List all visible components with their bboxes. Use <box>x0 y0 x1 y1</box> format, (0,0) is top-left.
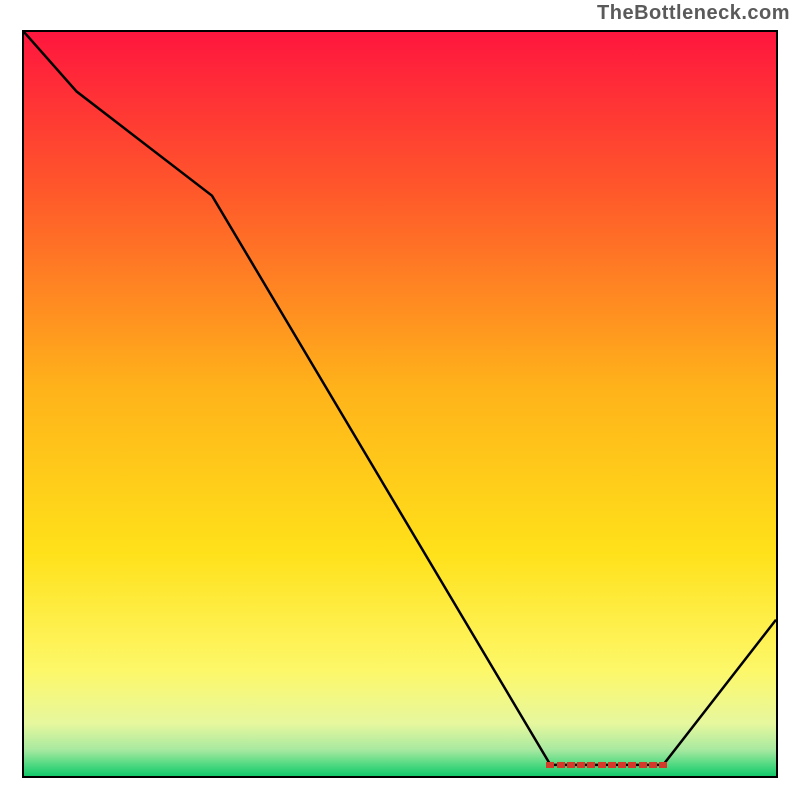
optimal-marker-dot <box>649 762 657 768</box>
optimal-marker-dot <box>608 762 616 768</box>
bottleneck-curve <box>24 32 776 776</box>
plot-area <box>22 30 778 778</box>
optimal-marker-dot <box>628 762 636 768</box>
watermark: TheBottleneck.com <box>597 2 790 25</box>
optimal-marker-dot <box>577 762 585 768</box>
optimal-marker-dot <box>659 762 667 768</box>
optimal-marker-dot <box>598 762 606 768</box>
optimal-marker-dot <box>557 762 565 768</box>
chart-container: TheBottleneck.com <box>0 0 800 800</box>
optimal-marker-dot <box>639 762 647 768</box>
optimal-marker-dot <box>546 762 554 768</box>
optimal-marker-dot <box>587 762 595 768</box>
optimal-marker-dot <box>567 762 575 768</box>
optimal-marker-dot <box>618 762 626 768</box>
